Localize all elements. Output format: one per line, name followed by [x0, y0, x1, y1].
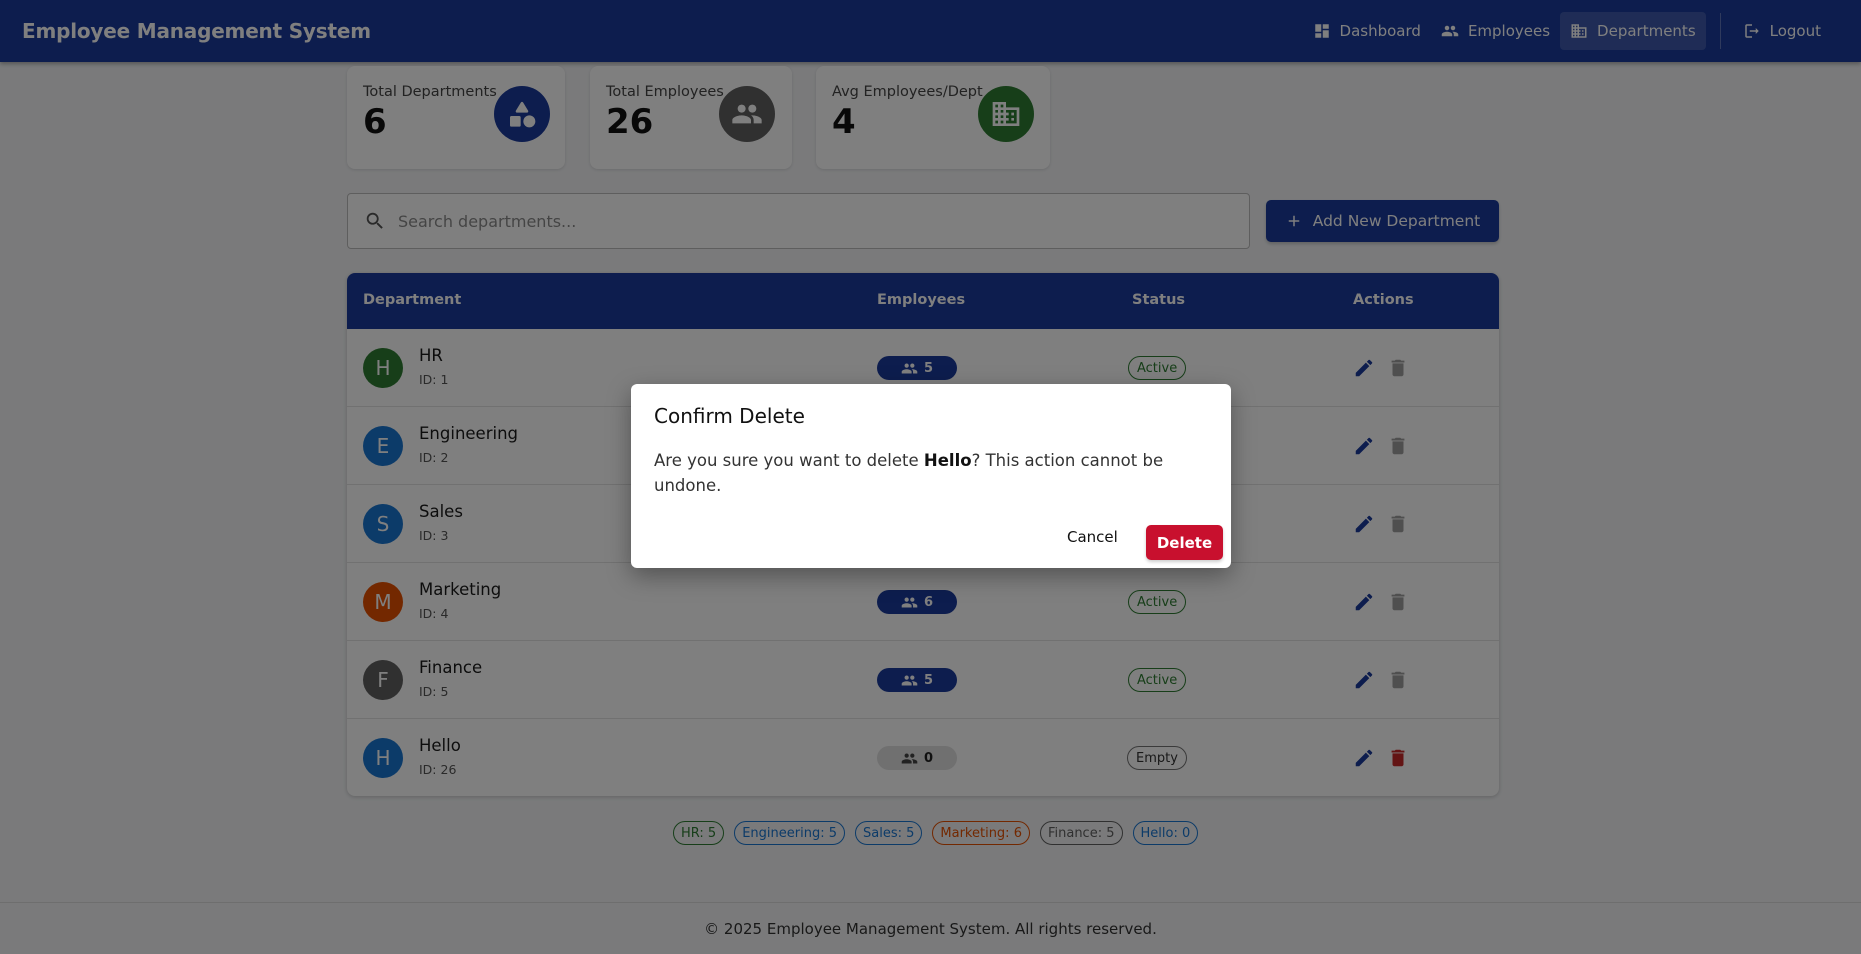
- cancel-button[interactable]: Cancel: [1067, 528, 1118, 546]
- dialog-message: Are you sure you want to delete Hello? T…: [654, 448, 1209, 498]
- dialog-target-name: Hello: [923, 451, 972, 470]
- dialog-message-prefix: Are you sure you want to delete: [654, 451, 924, 470]
- confirm-delete-button[interactable]: Delete: [1146, 525, 1223, 560]
- dialog-title: Confirm Delete: [654, 404, 805, 428]
- confirm-delete-dialog: Confirm Delete Are you sure you want to …: [631, 384, 1231, 568]
